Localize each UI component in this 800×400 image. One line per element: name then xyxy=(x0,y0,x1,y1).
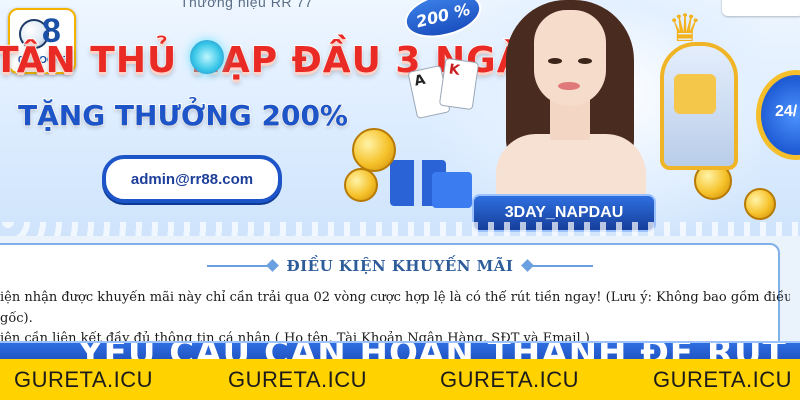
model-illustration xyxy=(496,0,646,204)
brand-tagline: Thương hiệu RR 77 xyxy=(180,0,313,10)
coin-icon xyxy=(744,188,776,220)
promo-banner: Thương hiệu RR 77 8 08.ROCKS 200 % TÂN T… xyxy=(0,0,800,236)
watermark-text: GURETA.ICU xyxy=(228,367,368,392)
ornament-right-icon xyxy=(527,265,594,267)
support-email[interactable]: admin@rr88.com xyxy=(102,155,282,203)
playing-cards-icon: A K xyxy=(407,57,492,134)
watermark-text: GURETA.ICU xyxy=(653,367,793,392)
support-24-label: 24/ xyxy=(775,103,798,120)
ornament-left-icon xyxy=(206,265,273,267)
coin-icon xyxy=(344,168,378,202)
watermark-text: GURETA.ICU xyxy=(14,367,154,392)
watermark-bar: GURETA.ICU GURETA.ICU GURETA.ICU GURETA.… xyxy=(0,359,800,400)
top-right-tag xyxy=(722,0,800,16)
condition-line-2: gốc). xyxy=(0,311,33,326)
gift-box-small-icon xyxy=(432,172,472,208)
slot-machine-icon xyxy=(660,42,738,170)
coin-icon xyxy=(352,128,396,172)
card-king: K xyxy=(438,57,480,111)
support-24-7-badge[interactable]: 24/ xyxy=(756,70,800,160)
condition-line-1: iện nhận được khuyến mãi này chỉ cần trả… xyxy=(0,290,790,305)
conditions-heading: ĐIỀU KIỆN KHUYẾN MÃI xyxy=(0,255,800,277)
promo-subheadline: TẶNG THƯỞNG 200% xyxy=(17,98,349,133)
watermark-text: GURETA.ICU xyxy=(440,367,580,392)
conditions-title: ĐIỀU KIỆN KHUYẾN MÃI xyxy=(286,257,514,275)
banner-lace-border xyxy=(0,222,800,236)
gem-icon xyxy=(190,40,224,74)
